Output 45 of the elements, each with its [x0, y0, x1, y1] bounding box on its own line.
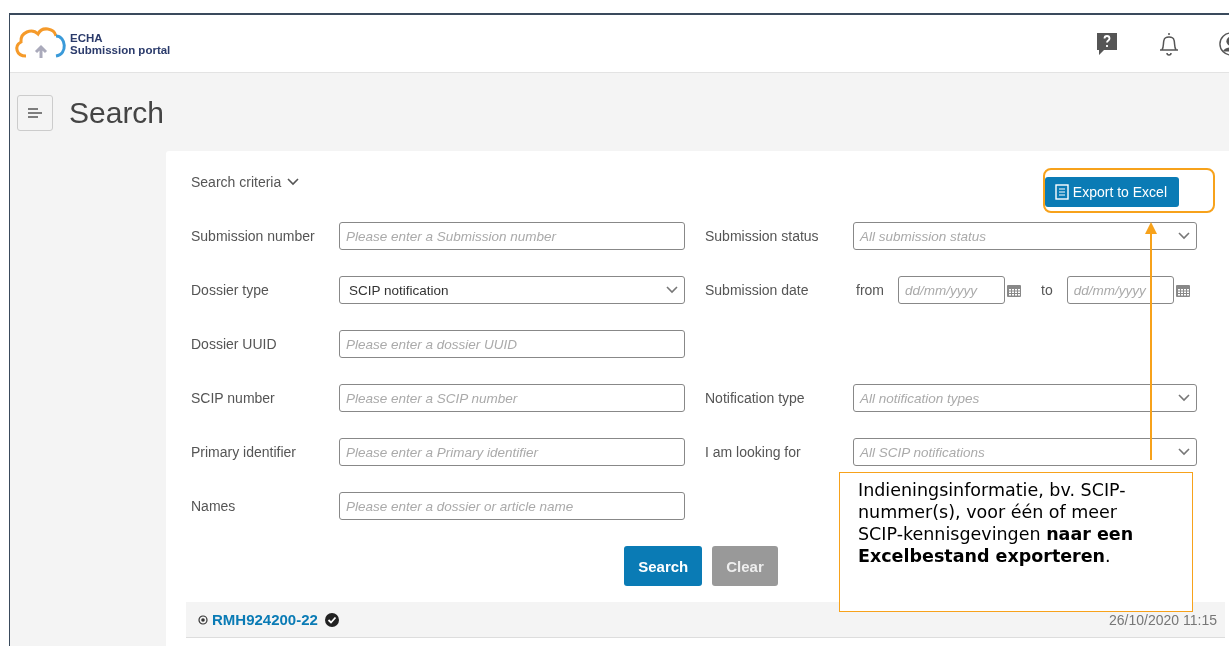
date-field[interactable]: dd/mm/yyyy	[898, 276, 1005, 304]
text-field[interactable]: Please enter a SCIP number	[339, 384, 685, 412]
search-button[interactable]: Search	[624, 546, 703, 586]
date-field[interactable]: dd/mm/yyyy	[1066, 276, 1174, 304]
text-field[interactable]: Please enter a Primary identifier	[339, 438, 685, 466]
page-title: Search	[69, 96, 165, 130]
text-field[interactable]: Please enter a Submission number	[339, 222, 685, 250]
text-field[interactable]: Please enter a dossier UUID	[339, 330, 685, 358]
dropdown-field[interactable]: All submission status	[853, 222, 1197, 250]
menu-button[interactable]	[17, 95, 53, 131]
field-label: Names	[191, 498, 237, 514]
field-label: Dossier UUID	[191, 336, 278, 352]
radio-icon	[198, 614, 208, 625]
annotation-callout: Indieningsinformatie, bv. SCIP-nummer(s), voor één of meer SCIP-kennisgevingen naar een Excelbestand exporteren.	[839, 472, 1193, 612]
field-label: Submission number	[191, 228, 316, 244]
menu-icon	[28, 108, 42, 118]
chevron-down-icon	[1178, 448, 1190, 456]
text-field[interactable]: Please enter a dossier or article name	[339, 492, 685, 520]
chevron-down-icon	[666, 286, 678, 294]
dropdown-field[interactable]: All notification types	[853, 384, 1197, 412]
document-icon	[1054, 184, 1069, 200]
calendar-icon[interactable]	[1007, 283, 1021, 297]
calendar-icon[interactable]	[1175, 283, 1190, 297]
logo-subtitle: Submission portal	[70, 43, 171, 56]
search-criteria-toggle[interactable]: Search criteria	[191, 174, 300, 190]
dropdown-field[interactable]: SCIP notification	[339, 276, 685, 304]
dropdown-field[interactable]: All SCIP notifications	[853, 438, 1197, 466]
chevron-down-icon	[1178, 394, 1190, 402]
chevron-down-icon	[287, 178, 300, 186]
field-label: SCIP number	[191, 390, 276, 406]
field-label: Dossier type	[191, 282, 270, 298]
bell-icon[interactable]	[1157, 30, 1181, 57]
help-icon[interactable]	[1095, 30, 1119, 57]
submission-link[interactable]: RMH924200-22	[212, 611, 318, 628]
chevron-down-icon	[1178, 232, 1190, 240]
field-label: Submission status	[705, 228, 820, 244]
from-label: from	[856, 282, 884, 298]
field-label: Notification type	[705, 390, 806, 406]
to-label: to	[1041, 282, 1053, 298]
field-label: Submission date	[705, 282, 810, 298]
field-label: Primary identifier	[191, 444, 298, 460]
logo-title: ECHA	[70, 31, 104, 44]
field-label: I am looking for	[705, 444, 802, 460]
submission-date: 26/10/2020 11:15	[1109, 611, 1217, 628]
export-to-excel-button[interactable]: Export to Excel	[1044, 177, 1179, 207]
